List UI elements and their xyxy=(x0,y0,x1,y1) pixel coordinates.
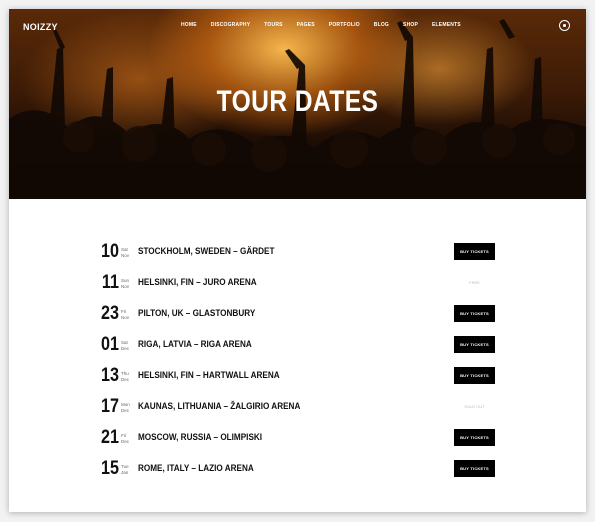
tour-venue: HELSINKI, FIN – HARTWALL ARENA xyxy=(138,370,280,381)
tour-day: 21 xyxy=(101,427,119,448)
tour-month: Jan xyxy=(121,470,129,475)
site-logo[interactable]: NOIZZY xyxy=(23,22,58,32)
hero-banner: NOIZZY HOME DISCOGRAPHY TOURS PAGES PORT… xyxy=(9,9,586,199)
tour-day: 23 xyxy=(101,303,119,324)
buy-tickets-button[interactable]: BUY TICKETS xyxy=(454,243,495,260)
buy-tickets-button[interactable]: BUY TICKETS xyxy=(454,429,495,446)
tour-day: 17 xyxy=(101,396,119,417)
menu-toggle-icon[interactable] xyxy=(559,20,570,31)
nav-item-home[interactable]: HOME xyxy=(181,22,197,28)
tour-row: 13 Thu Dec HELSINKI, FIN – HARTWALL AREN… xyxy=(9,364,586,388)
tour-weekday: Sat xyxy=(121,340,128,345)
buy-tickets-button[interactable]: BUY TICKETS xyxy=(454,305,495,322)
nav-item-blog[interactable]: BLOG xyxy=(374,22,389,28)
tour-venue: MOSCOW, RUSSIA – OLIMPISKI xyxy=(138,432,263,443)
tour-month: Nov xyxy=(121,253,130,258)
tour-status: SOLD OUT xyxy=(464,404,485,409)
tour-weekday: Thu xyxy=(121,371,129,376)
tour-day: 15 xyxy=(101,458,119,479)
tour-day: 11 xyxy=(101,272,119,293)
buy-tickets-button[interactable]: BUY TICKETS xyxy=(454,336,495,353)
menu-dot xyxy=(563,24,566,27)
tour-weekday: Tue xyxy=(121,464,129,469)
tour-venue: KAUNAS, LITHUANIA – ŽALGIRIO ARENA xyxy=(138,401,301,412)
tour-venue: ROME, ITALY – LAZIO ARENA xyxy=(138,463,254,474)
nav-item-shop[interactable]: SHOP xyxy=(403,22,418,28)
tour-day: 01 xyxy=(101,334,119,355)
tour-day: 13 xyxy=(101,365,119,386)
tour-row: 23 Fri Nov PILTON, UK – GLASTONBURY BUY … xyxy=(9,302,586,326)
buy-tickets-button[interactable]: BUY TICKETS xyxy=(454,367,495,384)
tour-weekday: Mon xyxy=(121,402,130,407)
tour-day: 10 xyxy=(101,241,119,262)
tour-status: FREE xyxy=(469,280,480,285)
tour-row: 11 Sun Nov HELSINKI, FIN – JURO ARENA FR… xyxy=(9,271,586,295)
nav-item-tours[interactable]: TOURS xyxy=(264,22,282,28)
tour-row: 17 Mon Dec KAUNAS, LITHUANIA – ŽALGIRIO … xyxy=(9,395,586,419)
tour-weekday: Fri xyxy=(121,433,127,438)
tour-venue: RIGA, LATVIA – RIGA ARENA xyxy=(138,339,252,350)
nav-item-discography[interactable]: DISCOGRAPHY xyxy=(211,22,250,28)
tour-month: Dec xyxy=(121,408,130,413)
tour-month: Nov xyxy=(121,284,130,289)
tour-month: Dec xyxy=(121,346,130,351)
tour-venue: PILTON, UK – GLASTONBURY xyxy=(138,308,256,319)
tour-weekday: Sat xyxy=(121,247,128,252)
nav-item-portfolio[interactable]: PORTFOLIO xyxy=(329,22,360,28)
main-nav: HOME DISCOGRAPHY TOURS PAGES PORTFOLIO B… xyxy=(181,22,475,28)
buy-tickets-button[interactable]: BUY TICKETS xyxy=(454,460,495,477)
tour-weekday: Fri xyxy=(121,309,127,314)
tour-row: 10 Sat Nov STOCKHOLM, SWEDEN – GÄRDET BU… xyxy=(9,240,586,264)
tour-row: 01 Sat Dec RIGA, LATVIA – RIGA ARENA BUY… xyxy=(9,333,586,357)
tour-month: Dec xyxy=(121,377,130,382)
tour-month: Dec xyxy=(121,439,130,444)
tour-weekday: Sun xyxy=(121,278,130,283)
tour-month: Nov xyxy=(121,315,130,320)
page-title: TOUR DATES xyxy=(216,85,379,118)
tour-venue: STOCKHOLM, SWEDEN – GÄRDET xyxy=(138,246,275,257)
nav-item-pages[interactable]: PAGES xyxy=(297,22,315,28)
tour-row: 15 Tue Jan ROME, ITALY – LAZIO ARENA BUY… xyxy=(9,457,586,481)
tour-row: 21 Fri Dec MOSCOW, RUSSIA – OLIMPISKI BU… xyxy=(9,426,586,450)
page-frame: NOIZZY HOME DISCOGRAPHY TOURS PAGES PORT… xyxy=(9,9,586,512)
nav-item-elements[interactable]: ELEMENTS xyxy=(432,22,461,28)
tour-venue: HELSINKI, FIN – JURO ARENA xyxy=(138,277,257,288)
